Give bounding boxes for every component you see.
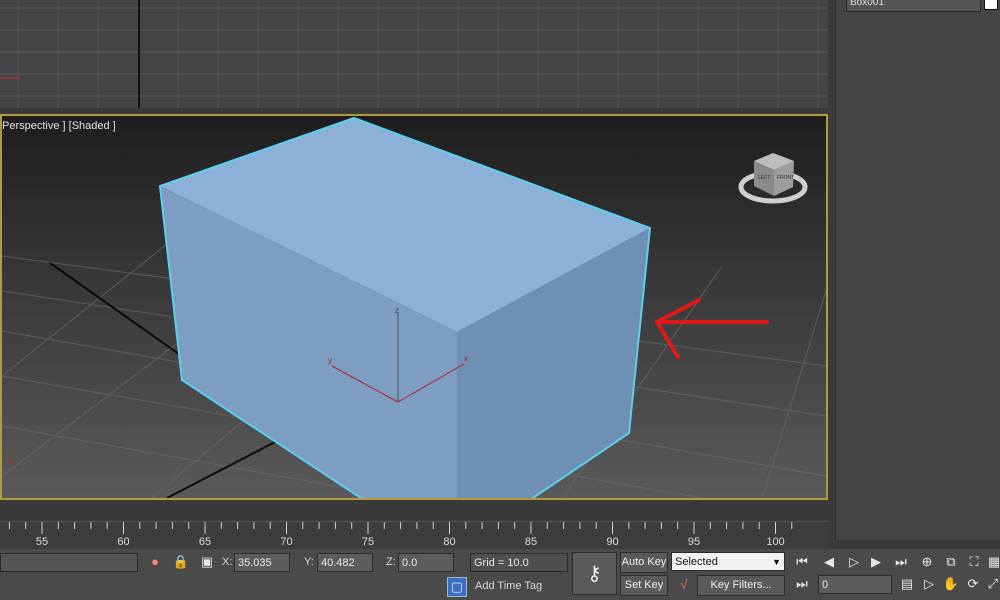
isolate-icon[interactable]: ● — [146, 553, 164, 571]
go-to-end-icon[interactable]: ⏭ — [892, 553, 910, 571]
timeline-tick-label: 55 — [35, 536, 49, 548]
timeline-tick-label: 80 — [443, 536, 456, 548]
zoom-all-icon[interactable]: ⧉ — [942, 553, 960, 571]
timeline-tick-label: 100 — [766, 536, 785, 548]
timeline-tick-label: 85 — [524, 536, 538, 548]
field-of-view-icon[interactable]: ▷ — [920, 575, 938, 593]
time-configuration-icon[interactable]: ▤ — [898, 575, 916, 593]
perspective-viewport[interactable]: z y x LEFT FRONT x Perspective ] [Shaded… — [0, 114, 828, 500]
maximize-viewport-icon[interactable]: ⤢ — [984, 575, 1000, 593]
set-keys-key-icon[interactable]: ⚷ — [572, 552, 617, 595]
object-name-field[interactable]: Box001 — [846, 0, 981, 12]
z-label: Z: — [386, 556, 396, 568]
zoom-icon[interactable]: ⊕ — [918, 553, 936, 571]
timeline-tick-label: 75 — [361, 536, 375, 548]
perspective-scene: z y x LEFT FRONT x — [2, 116, 826, 498]
y-label: Y: — [304, 556, 314, 568]
svg-text:FRONT: FRONT — [777, 175, 794, 181]
timeline-tick-label: 90 — [606, 536, 619, 548]
status-bar: ● 🔒 ▣ X: 35.035 Y: 40.482 Z: 0.0 Grid = … — [0, 549, 1000, 600]
absolute-mode-icon[interactable]: ▣ — [198, 553, 216, 571]
x-coordinate-field[interactable]: 35.035 — [234, 553, 290, 572]
timeline-tick-label: 65 — [198, 536, 212, 548]
auto-key-button[interactable]: Auto Key — [620, 552, 668, 573]
key-selection-value: Selected — [675, 556, 718, 568]
svg-text:LEFT: LEFT — [758, 175, 770, 181]
chevron-down-icon: ▼ — [772, 557, 781, 567]
svg-text:x: x — [464, 354, 468, 363]
top-viewport[interactable] — [0, 0, 828, 108]
key-filters-button[interactable]: Key Filters... — [697, 575, 785, 596]
orbit-icon[interactable]: ⟳ — [964, 575, 982, 593]
curve-editor-icon[interactable]: √ — [675, 576, 693, 594]
key-mode-toggle-icon[interactable]: ⏭ — [793, 575, 811, 593]
previous-frame-icon[interactable]: ◀ — [820, 553, 838, 571]
viewport-label[interactable]: Perspective ] [Shaded ] — [2, 120, 116, 132]
command-panel: Box001 — [835, 0, 1000, 540]
top-viewport-grid — [0, 0, 828, 108]
key-selection-dropdown[interactable]: Selected ▼ — [671, 552, 785, 571]
go-to-start-icon[interactable]: ⏮ — [793, 553, 811, 571]
grid-size-display: Grid = 10.0 — [470, 553, 568, 572]
timeline-tick-label: 95 — [687, 536, 701, 548]
set-key-button[interactable]: Set Key — [620, 575, 668, 596]
zoom-extents-icon[interactable]: ⛶ — [965, 553, 983, 571]
play-icon[interactable]: ▷ — [845, 553, 863, 571]
x-label: X: — [222, 556, 233, 568]
next-frame-icon[interactable]: ▶ — [867, 553, 885, 571]
pan-hand-icon[interactable]: ✋ — [942, 575, 960, 593]
ruler-ticks — [8, 522, 793, 534]
svg-text:x: x — [8, 456, 13, 466]
svg-text:y: y — [328, 356, 332, 365]
lock-icon[interactable]: 🔒 — [172, 553, 190, 571]
status-prompt-field[interactable] — [0, 553, 138, 572]
svg-text:z: z — [395, 306, 399, 315]
timeline-ruler[interactable]: 55 60 65 70 75 80 85 90 95 100 — [0, 521, 828, 550]
zoom-extents-all-icon[interactable]: ▦ — [985, 553, 1000, 571]
timeline-tick-label: 70 — [280, 536, 293, 548]
timeline-tick-label: 60 — [117, 536, 130, 548]
object-color-swatch[interactable] — [984, 0, 998, 10]
z-coordinate-field[interactable]: 0.0 — [398, 553, 454, 572]
add-time-tag-button[interactable]: Add Time Tag — [475, 577, 542, 596]
current-frame-field[interactable]: 0 — [818, 575, 892, 594]
y-coordinate-field[interactable]: 40.482 — [317, 553, 373, 572]
time-tag-icon[interactable]: ▢ — [447, 577, 467, 597]
